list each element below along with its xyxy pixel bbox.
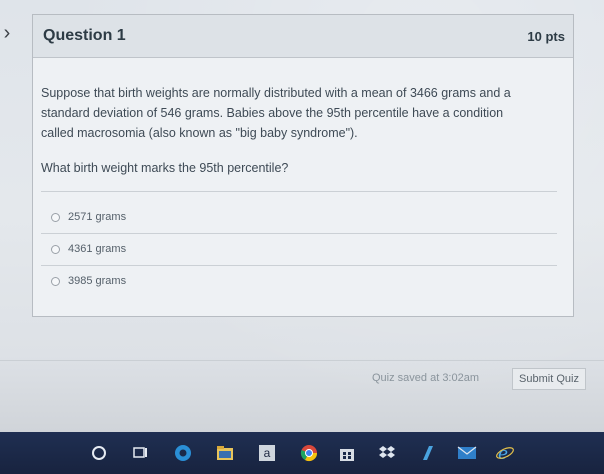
search-circle-icon[interactable] [88, 442, 110, 464]
quiz-saved-status: Quiz saved at 3:02am [372, 372, 480, 384]
footer-divider [0, 360, 604, 361]
mail-icon[interactable] [456, 442, 478, 464]
answer-label: 4361 grams [68, 243, 127, 255]
divider [41, 265, 557, 266]
store-icon[interactable] [336, 442, 358, 464]
dropbox-icon[interactable] [376, 442, 398, 464]
file-explorer-icon[interactable] [214, 442, 236, 464]
radio-button[interactable] [51, 244, 60, 254]
submit-quiz-button[interactable]: Submit Quiz [512, 368, 586, 390]
edge-browser-icon[interactable] [172, 442, 194, 464]
divider [41, 233, 557, 234]
chevron-right-icon[interactable]: › [0, 22, 14, 45]
question-points: 10 pts [527, 29, 565, 44]
radio-button[interactable] [51, 276, 60, 286]
app-icon[interactable] [416, 442, 438, 464]
question-header: Question 1 10 pts [33, 15, 573, 58]
question-text-line: standard deviation of 546 grams. Babies … [41, 106, 504, 120]
chrome-icon[interactable] [298, 442, 320, 464]
question-prompt: What birth weight marks the 95th percent… [41, 161, 289, 175]
question-text-line: called macrosomia (also known as "big ba… [41, 126, 358, 140]
question-card: Question 1 10 pts Suppose that birth wei… [32, 14, 574, 317]
answer-label: 2571 grams [68, 211, 127, 223]
svg-text:e: e [498, 444, 508, 463]
answer-option[interactable]: 3985 grams [51, 275, 126, 287]
question-text-line: Suppose that birth weights are normally … [41, 86, 511, 100]
taskbar: a e [0, 432, 604, 474]
question-title: Question 1 [43, 27, 126, 44]
internet-explorer-icon[interactable]: e [494, 442, 516, 464]
amazon-letter: a [259, 445, 275, 461]
answer-label: 3985 grams [68, 275, 127, 287]
divider [41, 191, 557, 192]
question-text: Suppose that birth weights are normally … [41, 83, 561, 143]
answer-option[interactable]: 2571 grams [51, 211, 126, 223]
answer-option[interactable]: 4361 grams [51, 243, 126, 255]
amazon-icon[interactable]: a [256, 442, 278, 464]
task-view-icon[interactable] [130, 442, 152, 464]
radio-button[interactable] [51, 212, 60, 222]
